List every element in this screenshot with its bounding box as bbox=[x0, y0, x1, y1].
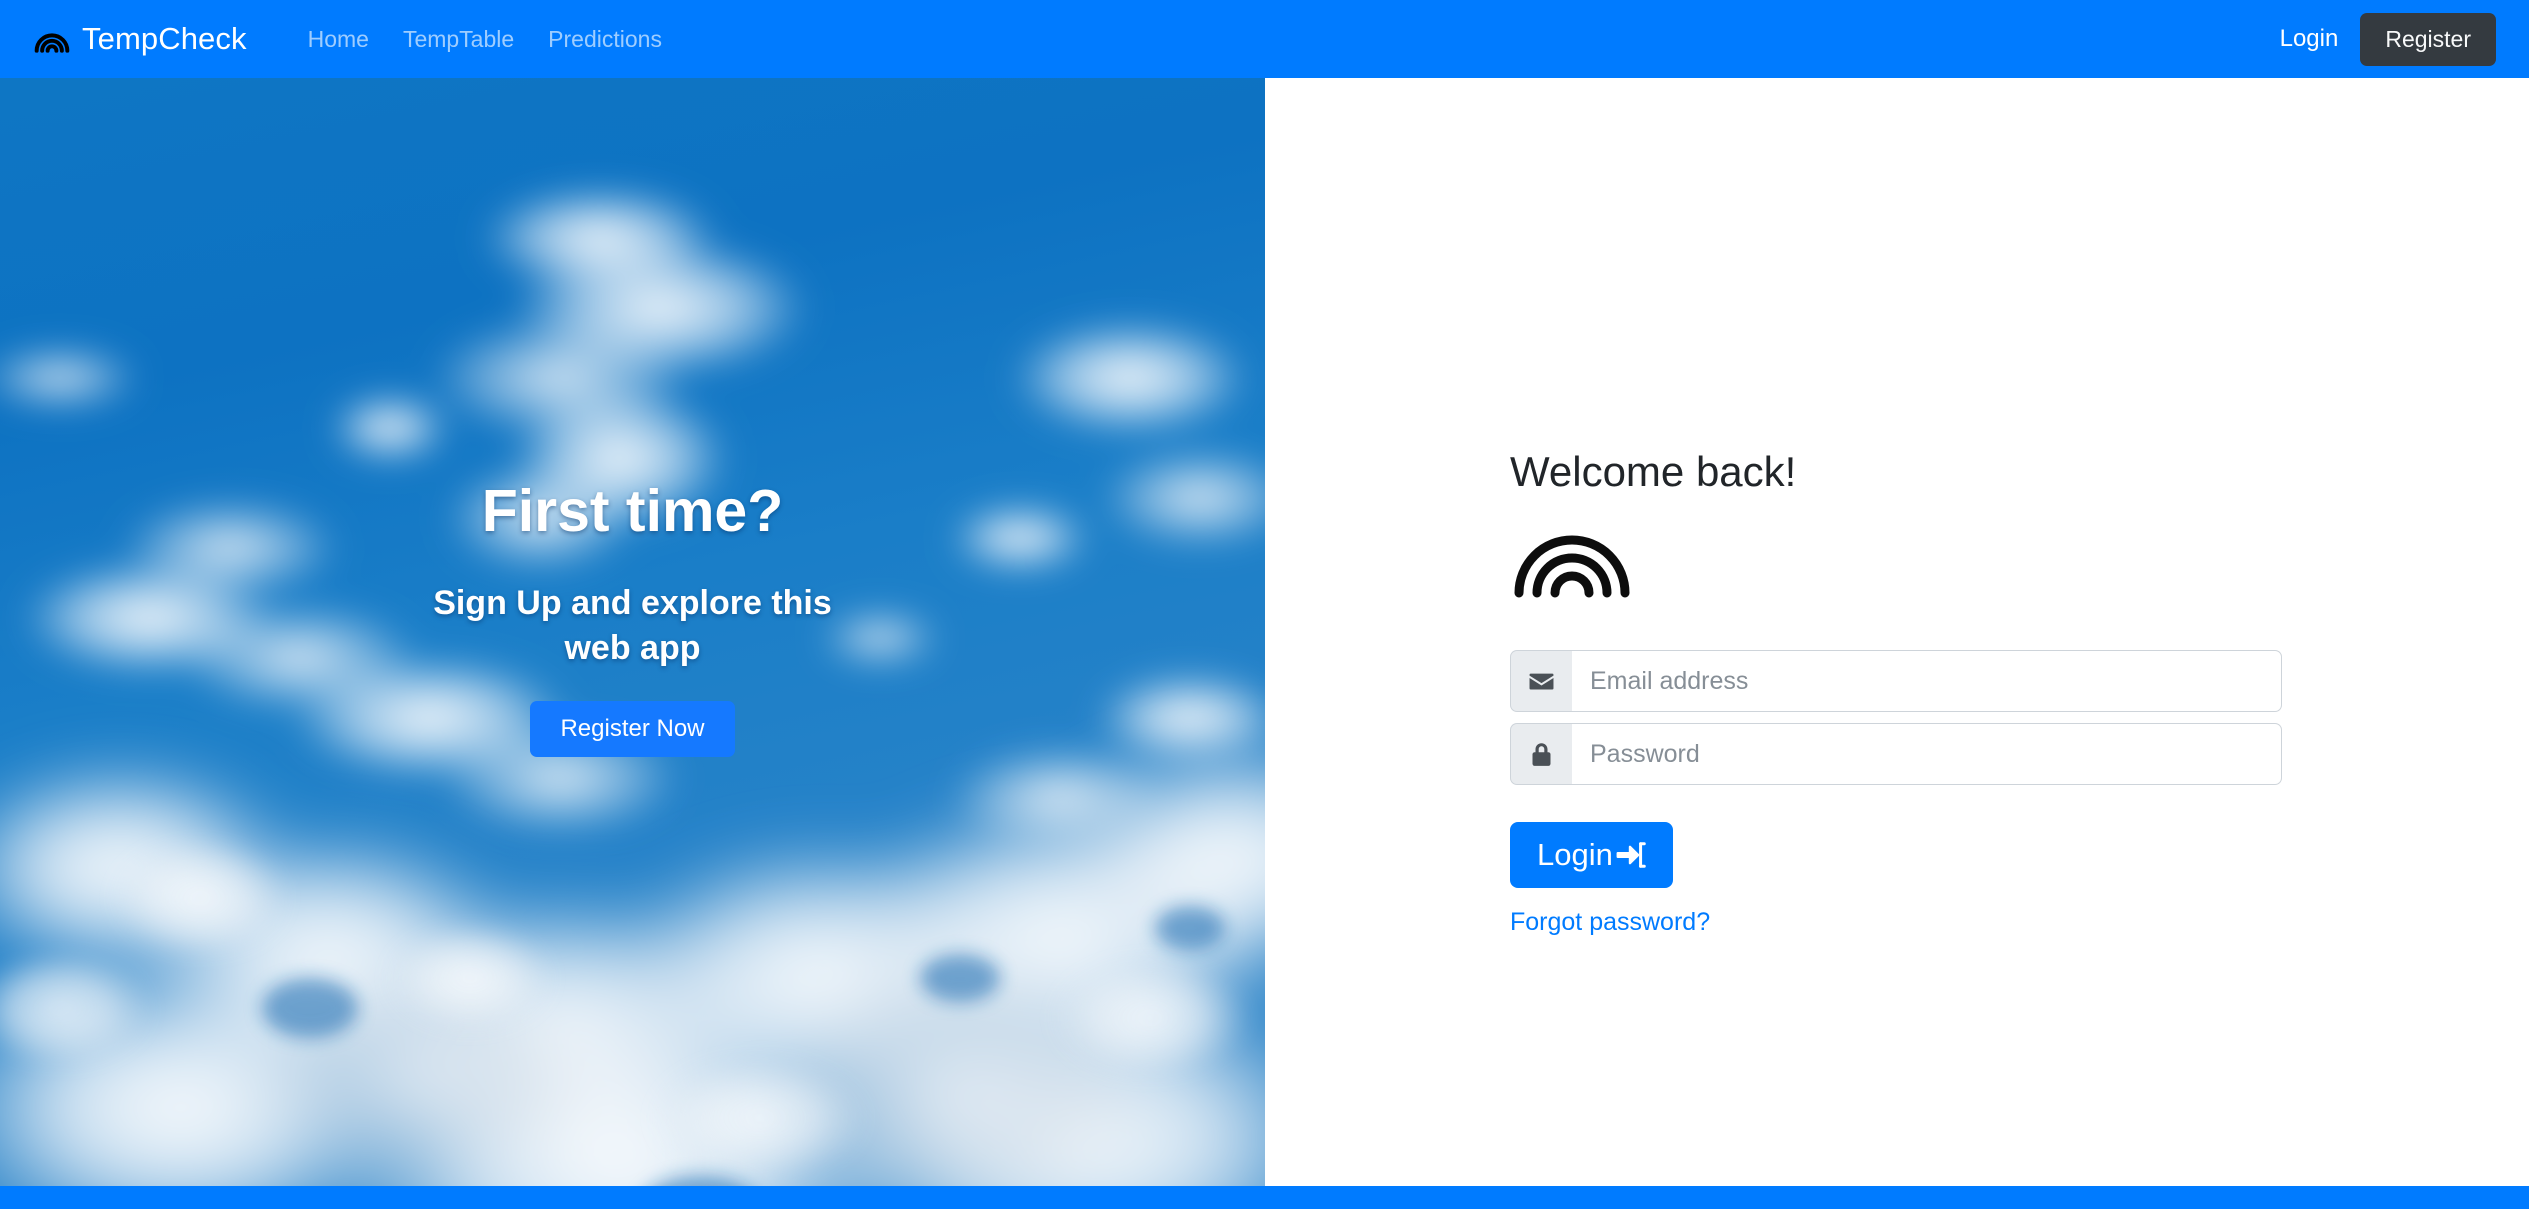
hero-content: First time? Sign Up and explore this web… bbox=[0, 78, 1265, 1186]
login-form: Welcome back! Email address Login Forgot… bbox=[1510, 448, 2300, 937]
email-addon bbox=[1510, 650, 1572, 712]
password-input-group bbox=[1510, 723, 2282, 785]
brand-link[interactable]: TempCheck bbox=[33, 21, 247, 57]
page-title: Welcome back! bbox=[1510, 448, 1797, 495]
register-now-button[interactable]: Register Now bbox=[530, 700, 735, 757]
top-navbar: TempCheck Home TempTable Predictions Log… bbox=[0, 0, 2529, 78]
nav-login-link[interactable]: Login bbox=[2258, 25, 2361, 53]
email-input-group bbox=[1510, 650, 2282, 712]
hero-section: First time? Sign Up and explore this web… bbox=[0, 78, 1265, 1186]
forgot-password-link[interactable]: Forgot password? bbox=[1510, 908, 1710, 937]
login-submit-button[interactable]: Login bbox=[1510, 822, 1673, 888]
hero-subtitle: Sign Up and explore this web app bbox=[433, 584, 832, 667]
login-submit-label: Login bbox=[1537, 837, 1613, 872]
nav-item-temptable[interactable]: TempTable bbox=[386, 26, 531, 53]
login-panel: Welcome back! Email address Login Forgot… bbox=[1265, 78, 2529, 1186]
nav-register-button[interactable]: Register bbox=[2360, 12, 2496, 66]
sign-in-arrow-icon bbox=[1616, 842, 1646, 868]
nav-actions: Login Register bbox=[2258, 12, 2496, 66]
email-input[interactable] bbox=[1572, 650, 2282, 712]
nav-item-home[interactable]: Home bbox=[291, 26, 386, 53]
hero-title: First time? bbox=[481, 478, 784, 545]
lock-icon bbox=[1532, 742, 1551, 766]
footer-bar bbox=[0, 1186, 2529, 1209]
page-root: TempCheck Home TempTable Predictions Log… bbox=[0, 0, 2529, 1209]
rainbow-icon bbox=[34, 33, 70, 53]
brand-title: TempCheck bbox=[82, 21, 247, 56]
password-addon bbox=[1510, 723, 1572, 785]
envelope-icon bbox=[1529, 673, 1554, 690]
password-input[interactable] bbox=[1572, 723, 2282, 785]
nav-item-predictions[interactable]: Predictions bbox=[531, 26, 679, 53]
nav-links: Home TempTable Predictions bbox=[291, 26, 679, 53]
rainbow-icon bbox=[1514, 535, 1630, 598]
